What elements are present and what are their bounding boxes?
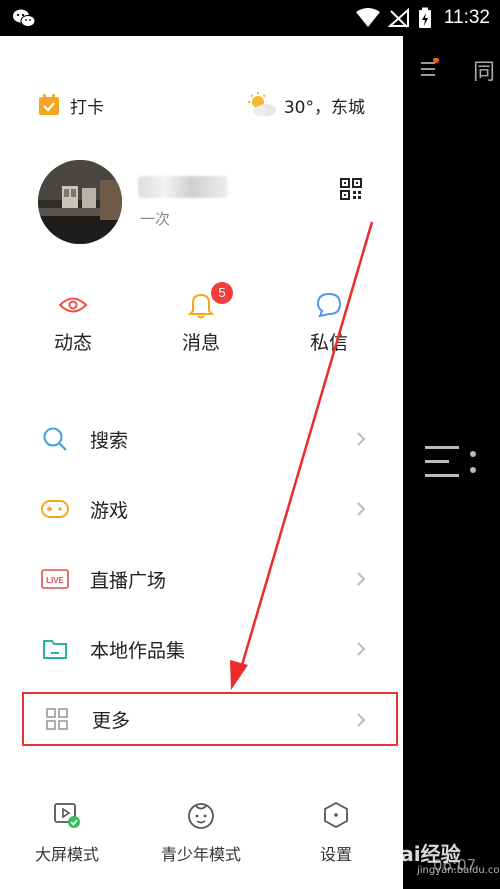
chevron-right-icon <box>357 502 366 516</box>
status-bar: 11:32 <box>0 0 500 36</box>
checkin-button[interactable]: 打卡 <box>38 93 104 118</box>
menu-item-label: 直播广场 <box>90 569 167 592</box>
eye-icon <box>58 297 88 313</box>
bell-icon <box>188 293 214 319</box>
battery-charging-icon <box>418 7 431 28</box>
chevron-right-icon <box>357 432 366 446</box>
settings-icon <box>324 801 348 829</box>
menu-item-local-works[interactable]: 本地作品集 <box>22 614 398 684</box>
teen-mode-button[interactable]: 青少年模式 <box>146 798 256 865</box>
status-time: 11:32 <box>443 7 490 28</box>
background-screen: 同 06:07 <box>403 36 500 889</box>
menu-item-games[interactable]: 游戏 <box>22 474 398 544</box>
avatar[interactable] <box>38 160 122 244</box>
chevron-right-icon <box>357 642 366 656</box>
checkin-label: 打卡 <box>70 97 104 118</box>
large-menu-icon <box>425 446 476 477</box>
gamepad-icon <box>41 500 69 518</box>
weather-info[interactable]: 30°，东城 <box>246 92 365 118</box>
bottom-bar-label: 大屏模式 <box>34 845 99 864</box>
quick-action-moments[interactable]: 动态 <box>28 290 118 355</box>
quick-action-label: 消息 <box>181 332 220 354</box>
message-badge: 5 <box>211 282 233 304</box>
username-blurred <box>138 176 228 198</box>
watermark-text: Bai经验 <box>385 842 461 866</box>
menu-item-label: 更多 <box>92 709 131 732</box>
live-icon-text: LIVE <box>46 576 64 585</box>
chevron-right-icon <box>357 572 366 586</box>
qr-code-icon[interactable] <box>340 178 362 200</box>
menu-icon[interactable] <box>421 58 439 78</box>
drawer-bottom-bar: 大屏模式 青少年模式 设置 <box>0 798 403 868</box>
quick-action-label: 动态 <box>53 332 92 354</box>
menu-item-live-square[interactable]: LIVE 直播广场 <box>22 544 398 614</box>
folder-icon <box>43 640 67 659</box>
background-tab-label[interactable]: 同 <box>473 54 495 86</box>
watermark-subtext: jingyan.baidu.com <box>417 865 500 876</box>
bottom-bar-label: 青少年模式 <box>160 845 241 864</box>
wifi-icon <box>355 8 380 27</box>
partly-sunny-icon <box>247 92 276 116</box>
menu-item-more[interactable]: 更多 <box>22 692 398 746</box>
watermark: Bai经验 jingyan.baidu.com <box>385 838 500 876</box>
quick-action-messages[interactable]: 5 消息 <box>156 282 246 355</box>
search-icon <box>43 427 67 451</box>
drawer-menu: 搜索 游戏 LIVE 直播广场 本地作品集 更多 <box>22 404 398 746</box>
quick-action-private-messages[interactable]: 私信 <box>284 290 374 355</box>
avatar-image <box>38 160 122 244</box>
chevron-right-icon <box>357 713 366 727</box>
settings-button[interactable]: 设置 <box>281 798 391 865</box>
profile-section[interactable]: 一次 <box>38 160 368 244</box>
menu-item-label: 本地作品集 <box>90 639 186 662</box>
teen-mode-icon <box>188 803 214 829</box>
big-screen-mode-button[interactable]: 大屏模式 <box>12 798 122 865</box>
quick-action-label: 私信 <box>309 332 348 354</box>
grid-icon <box>46 708 68 730</box>
menu-item-search[interactable]: 搜索 <box>22 404 398 474</box>
wechat-icon <box>13 9 36 27</box>
weather-text: 30°，东城 <box>283 97 365 118</box>
bottom-bar-label: 设置 <box>319 845 352 864</box>
menu-item-label: 游戏 <box>90 499 129 522</box>
side-drawer: 打卡 30°，东城 一次 动态 5 消息 私信 搜索 游戏 LIVE 直播广场 … <box>0 36 403 889</box>
quick-actions: 动态 5 消息 私信 <box>0 282 403 360</box>
tv-mode-icon <box>54 803 80 828</box>
signal-off-icon <box>387 8 409 28</box>
top-info-row: 打卡 30°，东城 <box>38 92 365 118</box>
menu-item-label: 搜索 <box>90 429 129 452</box>
profile-subtext: 一次 <box>140 210 171 228</box>
live-icon: LIVE <box>41 569 69 589</box>
calendar-check-icon <box>39 94 59 115</box>
chat-bubble-icon <box>316 292 342 318</box>
